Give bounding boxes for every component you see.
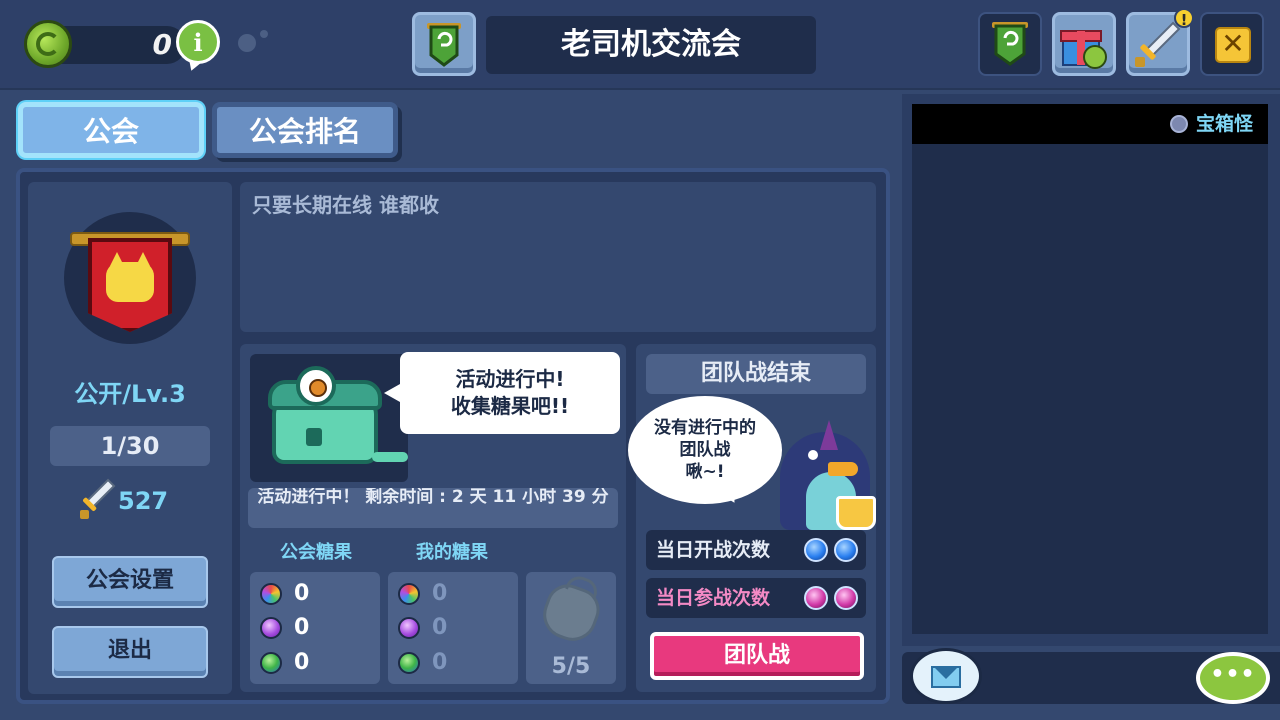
close-button[interactable]: ✕ [1200, 12, 1264, 76]
blue-orb-icon [834, 538, 858, 562]
guild-green-candy-count: 0 [294, 650, 310, 675]
guild-notice-text: 只要长期在线 谁都收 [252, 193, 439, 217]
purple-candy-icon [260, 617, 282, 639]
mimic-tail [372, 452, 408, 462]
rainbow-candy-icon [260, 583, 282, 605]
team-battle-speech-bubble: 没有进行中的 团队战 啾~! [628, 396, 782, 504]
speech-bubble-tail [384, 384, 400, 402]
lock-icon [306, 428, 322, 446]
event-speech-bubble: 活动进行中! 收集糖果吧!! [400, 352, 620, 434]
my-candy-card: 0 0 0 [388, 572, 518, 684]
mail-button[interactable] [910, 648, 982, 704]
team-battle-status: 团队战结束 [646, 354, 866, 394]
green-candy-icon [260, 652, 282, 674]
guild-settings-button[interactable]: 公会设置 [52, 556, 208, 608]
chat-channel-name[interactable]: 宝箱怪 [1196, 108, 1276, 140]
info-glyph: i [193, 27, 203, 57]
guild-banner-icon [427, 23, 461, 67]
event-remaining-time: 活动进行中！ 剩余时间 : 2 天 11 小时 39 分 [248, 488, 618, 528]
channel-status-icon [1170, 115, 1188, 133]
sword-icon [80, 478, 116, 519]
speech-line-1: 活动进行中! [455, 367, 565, 391]
team-bubble-line-3: 啾~! [685, 462, 725, 482]
close-icon: ✕ [1215, 27, 1251, 63]
tab-guild-ranking[interactable]: 公会排名 [212, 102, 398, 158]
penguin-eye [808, 450, 818, 460]
team-battle-button[interactable]: 团队战 [650, 632, 864, 680]
guild-candy-label: 公会糖果 [280, 542, 352, 563]
status-dots-icon [238, 30, 272, 54]
daily-join-count-row: 当日参战次数 [646, 578, 866, 618]
juice-cup-icon [836, 496, 876, 530]
guild-purple-candy-count: 0 [294, 615, 310, 640]
my-candy-label: 我的糖果 [416, 542, 488, 563]
mail-icon [931, 666, 961, 688]
alert-badge: ! [1174, 8, 1194, 29]
candy-bag-count: 5/5 [551, 654, 591, 679]
info-icon[interactable]: i [176, 20, 220, 64]
mimic-eye-icon [296, 366, 336, 406]
penguin-horn [820, 420, 838, 450]
my-rainbow-candy-count: 0 [432, 581, 448, 606]
team-bubble-line-1: 没有进行中的 [654, 418, 756, 438]
green-candy-icon [398, 652, 420, 674]
currency-value: 0 [152, 28, 172, 61]
purple-candy-icon [398, 617, 420, 639]
tab-guild[interactable]: 公会 [18, 102, 204, 158]
crest-creature-icon [106, 252, 154, 302]
pink-orb-icon [834, 586, 858, 610]
guild-power-value: 527 [118, 487, 169, 515]
daily-open-count-row: 当日开战次数 [646, 530, 866, 570]
chat-bubble-icon[interactable]: ••• [1196, 652, 1270, 704]
guild-rainbow-candy-count: 0 [294, 581, 310, 606]
daily-open-label: 当日开战次数 [656, 539, 771, 561]
team-bubble-line-2: 团队战 [679, 440, 731, 460]
rainbow-candy-icon [398, 583, 420, 605]
chat-message-area[interactable] [912, 104, 1268, 634]
daily-join-label: 当日参战次数 [656, 587, 771, 609]
green-coin-icon [24, 20, 72, 68]
guild-candy-card: 0 0 0 [250, 572, 380, 684]
gift-button[interactable] [1052, 12, 1116, 76]
member-count: 1/30 [50, 426, 210, 466]
guild-visibility-level: 公开/Lv.3 [74, 380, 186, 408]
guild-badge-button[interactable] [412, 12, 476, 76]
my-purple-candy-count: 0 [432, 615, 448, 640]
guild-banner-button[interactable] [978, 12, 1042, 76]
blue-orb-icon [804, 538, 828, 562]
penguin-beak [828, 462, 858, 476]
guild-banner-icon [992, 22, 1028, 66]
guild-name-title: 老司机交流会 [486, 16, 816, 74]
quit-guild-button[interactable]: 退出 [52, 626, 208, 678]
pink-orb-icon [804, 586, 828, 610]
my-green-candy-count: 0 [432, 650, 448, 675]
gift-icon [1060, 30, 1107, 69]
speech-line-2: 收集糖果吧!! [450, 394, 570, 418]
